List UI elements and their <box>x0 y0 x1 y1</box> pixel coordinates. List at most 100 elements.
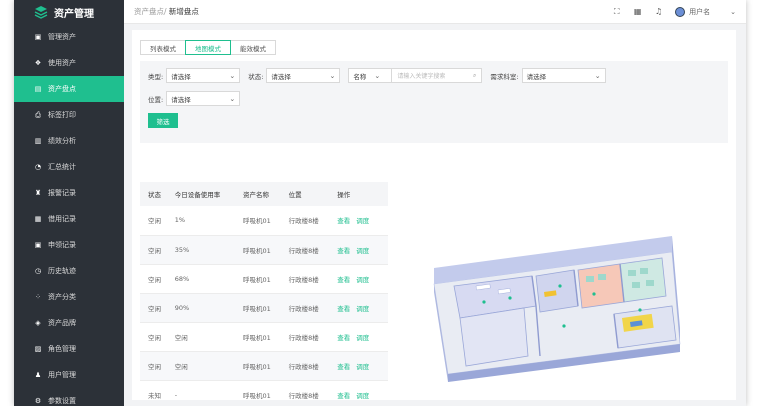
type-select[interactable]: 请选择 ⌄ <box>166 68 241 83</box>
sidebar-item[interactable]: ◷ 历史轨迹 <box>14 258 124 284</box>
search-input[interactable]: 请输入关键字搜索 ⌕ <box>392 68 483 83</box>
sidebar-nav: ▣ 管理资产 ❖ 使用资产 ▤ 资产盘点 ⎙ 标签打印 ▥ 绩效分析 ◔ 汇总统计 ♜ 报警记录 ▦ 借用记录… <box>14 24 124 406</box>
settings-icon: ⚙ <box>34 397 42 405</box>
device-marker <box>638 308 642 312</box>
cell-name: 呼吸机01 <box>235 322 281 352</box>
view-link[interactable]: 查看 <box>337 276 350 284</box>
device-marker <box>558 284 562 288</box>
desk-block <box>646 280 654 286</box>
room-lower-left <box>459 307 529 367</box>
cell-status: 空闲 <box>140 264 167 294</box>
inventory-icon: ▤ <box>34 85 42 93</box>
transfer-link[interactable]: 调度 <box>356 305 369 313</box>
user-manage-icon: ♟ <box>34 371 42 379</box>
status-select[interactable]: 请选择 ⌄ <box>266 68 341 83</box>
qrcode-icon[interactable]: ▦ <box>633 7 642 16</box>
user-menu[interactable]: 用户名 ⌄ <box>675 6 736 17</box>
sidebar-item[interactable]: ⁘ 资产分类 <box>14 284 124 310</box>
sidebar-item[interactable]: ♜ 报警记录 <box>14 180 124 206</box>
cell-usage: 1% <box>166 206 236 236</box>
view-link[interactable]: 查看 <box>337 363 350 371</box>
sidebar-item-label: 资产分类 <box>48 293 76 301</box>
cell-location: 行政楼8楼 <box>280 293 330 323</box>
desk-block <box>640 268 648 274</box>
view-tab[interactable]: 能效模式 <box>230 40 276 55</box>
topbar: 资产盘点/ 新增盘点 ⛶ ▦ ♫ 用户名 ⌄ <box>124 0 746 24</box>
device-marker <box>562 324 566 328</box>
sidebar-item[interactable]: ♟ 用户管理 <box>14 362 124 388</box>
table-row: 空闲 35% 呼吸机01 行政楼8楼 查看 调度 <box>140 235 388 265</box>
view-link[interactable]: 查看 <box>337 392 350 400</box>
transfer-link[interactable]: 调度 <box>356 334 369 342</box>
filter-panel: 类型: 请选择 ⌄ 状态: 请选择 ⌄ 名称 ⌄ 请输入关键字搜索 ⌕ 需求科室… <box>140 61 728 143</box>
device-marker <box>592 292 596 296</box>
alarm-icon: ♜ <box>34 189 42 197</box>
sidebar-item-label: 绩效分析 <box>48 137 76 145</box>
sidebar-item[interactable]: ◈ 资产品牌 <box>14 310 124 336</box>
sidebar: 资产管理 ▣ 管理资产 ❖ 使用资产 ▤ 资产盘点 ⎙ 标签打印 ▥ 绩效分析 ◔ 汇总统计 ♜ 报警记录… <box>14 0 124 406</box>
cell-status: 空闲 <box>140 206 167 236</box>
view-link[interactable]: 查看 <box>337 247 350 255</box>
location-select[interactable]: 请选择 ⌄ <box>166 91 241 106</box>
sidebar-item[interactable]: ⎙ 标签打印 <box>14 102 124 128</box>
view-link[interactable]: 查看 <box>337 334 350 342</box>
breadcrumb-parent[interactable]: 资产盘点/ <box>134 7 167 16</box>
cell-actions: 查看 调度 <box>329 293 388 323</box>
app-title: 资产管理 <box>54 8 94 20</box>
dept-select[interactable]: 请选择 ⌄ <box>521 68 606 83</box>
filter-row-1: 类型: 请选择 ⌄ 状态: 请选择 ⌄ 名称 ⌄ 请输入关键字搜索 ⌕ 需求科室… <box>148 67 720 84</box>
view-mode-tabs: 列表模式 地图模式 能效模式 <box>140 40 728 55</box>
borrow-icon: ▦ <box>34 215 42 223</box>
cell-name: 呼吸机01 <box>235 293 281 323</box>
view-tab[interactable]: 列表模式 <box>140 40 186 55</box>
status-label: 状态: <box>248 72 264 81</box>
cell-location: 行政楼8楼 <box>280 206 330 236</box>
column-header: 状态 <box>140 182 167 206</box>
bar-chart-icon: ▥ <box>34 137 42 145</box>
bell-icon[interactable]: ♫ <box>654 7 663 16</box>
sidebar-item-label: 角色管理 <box>48 345 76 353</box>
sidebar-item[interactable]: ▥ 绩效分析 <box>14 128 124 154</box>
view-link[interactable]: 查看 <box>337 217 350 225</box>
cell-actions: 查看 调度 <box>329 235 388 265</box>
sidebar-item-label: 使用资产 <box>48 59 76 67</box>
location-label: 位置: <box>148 95 164 104</box>
search-icon[interactable]: ⌕ <box>473 72 476 80</box>
transfer-link[interactable]: 调度 <box>356 217 369 225</box>
avatar <box>675 6 686 17</box>
table-row: 未知 - 呼吸机01 行政楼8楼 查看 调度 <box>140 380 388 406</box>
cell-status: 空闲 <box>140 235 167 265</box>
sidebar-item[interactable]: ▨ 角色管理 <box>14 336 124 362</box>
cell-location: 行政楼8楼 <box>280 351 330 381</box>
sidebar-item[interactable]: ❖ 使用资产 <box>14 50 124 76</box>
transfer-link[interactable]: 调度 <box>356 247 369 255</box>
filter-button[interactable]: 筛选 <box>148 113 178 128</box>
sidebar-item[interactable]: ▦ 借用记录 <box>14 206 124 232</box>
room-office-pink <box>577 263 625 309</box>
device-marker <box>482 300 486 304</box>
cell-actions: 查看 调度 <box>329 264 388 294</box>
fullscreen-icon[interactable]: ⛶ <box>612 7 621 16</box>
table-row: 空闲 90% 呼吸机01 行政楼8楼 查看 调度 <box>140 293 388 323</box>
cell-actions: 查看 调度 <box>329 206 388 236</box>
cell-usage: 空闲 <box>166 322 236 352</box>
sidebar-item[interactable]: ⚙ 参数设置 <box>14 388 124 406</box>
view-tab[interactable]: 地图模式 <box>185 40 231 55</box>
name-select[interactable]: 名称 ⌄ <box>348 68 393 83</box>
floor-map-3d[interactable] <box>414 206 704 386</box>
cell-usage: 68% <box>166 264 236 294</box>
transfer-link[interactable]: 调度 <box>356 276 369 284</box>
username: 用户名 <box>689 7 711 16</box>
sidebar-item[interactable]: ◔ 汇总统计 <box>14 154 124 180</box>
search-placeholder: 请输入关键字搜索 <box>397 73 446 80</box>
sidebar-item[interactable]: ▣ 申领记录 <box>14 232 124 258</box>
transfer-link[interactable]: 调度 <box>356 392 369 400</box>
table-row: 空闲 68% 呼吸机01 行政楼8楼 查看 调度 <box>140 264 388 294</box>
type-select-value: 请选择 <box>171 72 191 81</box>
transfer-link[interactable]: 调度 <box>356 363 369 371</box>
sidebar-item[interactable]: ▣ 管理资产 <box>14 24 124 50</box>
cell-name: 呼吸机01 <box>235 380 281 406</box>
sidebar-item[interactable]: ▤ 资产盘点 <box>14 76 124 102</box>
sidebar-item-label: 资产盘点 <box>48 85 76 93</box>
view-link[interactable]: 查看 <box>337 305 350 313</box>
